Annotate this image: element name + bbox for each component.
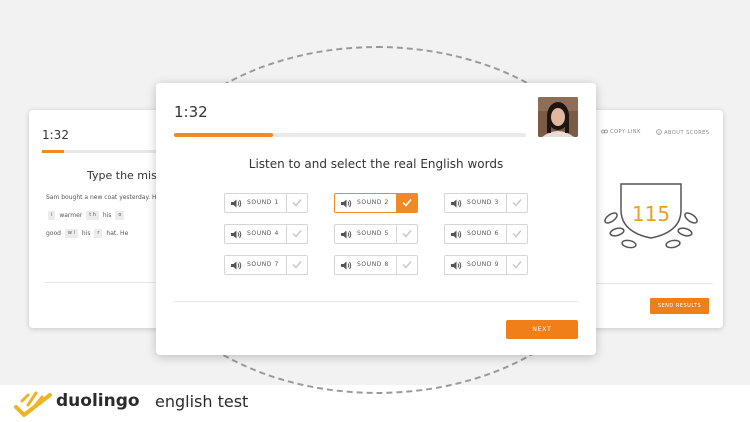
left-timer: 1:32	[42, 128, 69, 142]
speaker-icon	[451, 199, 462, 208]
sound-label: SOUND 5	[357, 230, 389, 237]
sound-label: SOUND 8	[357, 261, 389, 268]
sound-label: SOUND 7	[247, 261, 279, 268]
main-timer: 1:32	[174, 103, 208, 121]
main-progress-bar	[174, 133, 526, 137]
sound-check-toggle[interactable]	[396, 225, 417, 243]
sentence-text: his	[81, 230, 91, 237]
check-icon	[292, 261, 302, 269]
webcam-avatar	[538, 97, 578, 137]
speaker-icon	[231, 230, 242, 239]
link-icon	[601, 129, 608, 134]
speaker-icon	[451, 261, 462, 270]
sound-label: SOUND 1	[247, 199, 279, 206]
check-icon	[402, 261, 412, 269]
sentence-text: Sam bought a new coat yesterday. H	[46, 194, 157, 201]
sound-option-3[interactable]: SOUND 3	[444, 193, 528, 213]
sound-check-toggle[interactable]	[286, 225, 307, 243]
check-icon	[402, 230, 412, 238]
sound-option-6[interactable]: SOUND 6	[444, 224, 528, 244]
sound-check-toggle[interactable]	[506, 256, 527, 274]
check-icon	[292, 199, 302, 207]
speaker-icon	[341, 261, 352, 270]
sound-option-2[interactable]: SOUND 2	[334, 193, 418, 213]
listen-select-card: 1:32 Listen to and select the real Engli…	[156, 83, 596, 355]
sound-option-9[interactable]: SOUND 9	[444, 255, 528, 275]
sentence-text: his	[102, 212, 112, 219]
left-progress-fill	[42, 150, 64, 153]
score-value: 115	[631, 202, 671, 226]
send-results-button[interactable]: SEND RESULTS	[650, 298, 709, 314]
sound-option-1[interactable]: SOUND 1	[224, 193, 308, 213]
brand-name-rest: english test	[155, 392, 249, 411]
sound-label: SOUND 6	[467, 230, 499, 237]
blank-input[interactable]: w i	[64, 229, 78, 238]
sound-check-toggle[interactable]	[286, 194, 307, 212]
sentence-text: hat. He	[106, 230, 129, 237]
speaker-icon	[451, 230, 462, 239]
blank-input[interactable]: i	[48, 211, 56, 220]
sound-option-8[interactable]: SOUND 8	[334, 255, 418, 275]
hero-stage: 1:32 Type the missin Sam bought a new co…	[0, 0, 750, 394]
duolingo-logo-icon	[14, 391, 52, 417]
sound-label: SOUND 3	[467, 199, 499, 206]
about-scores-link[interactable]: ABOUT SCORES	[656, 129, 710, 136]
info-icon	[656, 129, 662, 135]
sound-option-7[interactable]: SOUND 7	[224, 255, 308, 275]
sound-label: SOUND 2	[357, 199, 389, 206]
brand-name-bold: duolingo	[56, 391, 140, 411]
check-icon	[402, 199, 412, 207]
check-icon	[512, 230, 522, 238]
copy-link-label: COPY LINK	[610, 129, 641, 135]
check-icon	[512, 261, 522, 269]
left-text-line-2: i warmer t h his o	[46, 211, 126, 220]
question-title: Listen to and select the real English wo…	[248, 157, 504, 171]
sentence-text: good	[46, 230, 61, 237]
main-progress-fill	[174, 133, 273, 137]
sound-check-toggle[interactable]	[396, 194, 417, 212]
speaker-icon	[231, 199, 242, 208]
check-icon	[512, 199, 522, 207]
speaker-icon	[341, 199, 352, 208]
left-text-line-1: Sam bought a new coat yesterday. H	[46, 194, 156, 201]
avatar-figure	[538, 97, 578, 137]
sound-label: SOUND 4	[247, 230, 279, 237]
blank-input[interactable]: t h	[86, 211, 99, 220]
sound-option-4[interactable]: SOUND 4	[224, 224, 308, 244]
speaker-icon	[231, 261, 242, 270]
sound-check-toggle[interactable]	[396, 256, 417, 274]
sound-check-toggle[interactable]	[506, 225, 527, 243]
sound-option-5[interactable]: SOUND 5	[334, 224, 418, 244]
blank-input[interactable]: r	[94, 229, 103, 238]
main-divider	[174, 301, 578, 302]
copy-link[interactable]: COPY LINK	[601, 129, 641, 135]
about-scores-label: ABOUT SCORES	[664, 130, 710, 136]
sound-check-toggle[interactable]	[286, 256, 307, 274]
sound-label: SOUND 9	[467, 261, 499, 268]
left-text-line-3: good w i his r hat. He	[46, 229, 128, 238]
sentence-text: warmer	[59, 212, 83, 219]
blank-input[interactable]: o	[115, 211, 125, 220]
speaker-icon	[341, 230, 352, 239]
next-button[interactable]: NEXT	[506, 320, 578, 339]
sound-check-toggle[interactable]	[506, 194, 527, 212]
check-icon	[292, 230, 302, 238]
